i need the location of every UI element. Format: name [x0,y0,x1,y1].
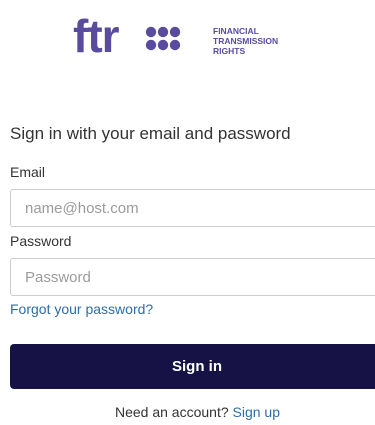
password-field[interactable] [10,258,375,296]
logo-dot [145,39,157,51]
logo-dot [169,39,181,51]
form-heading: Sign in with your email and password [10,124,291,143]
logo-dot [145,26,157,38]
email-label: Email [10,164,46,180]
logo-dots-icon [145,26,181,51]
sign-up-link[interactable]: Sign up [233,404,280,420]
logo-dot [157,39,169,51]
logo-dot [157,26,169,38]
ftr-logo-graphic: ftr FINANCIAL TRANSMISSION RIGHTS [73,12,278,62]
sign-in-page: ftr FINANCIAL TRANSMISSION RIGHTS Sign i… [0,0,375,425]
logo-tagline-line: TRANSMISSION [213,36,278,46]
signup-prompt-row: Need an account? Sign up [0,404,375,420]
forgot-password-link[interactable]: Forgot your password? [10,301,153,317]
password-label: Password [10,233,72,249]
ftr-logo: ftr FINANCIAL TRANSMISSION RIGHTS [73,12,313,62]
email-field[interactable] [10,189,375,227]
logo-tagline-line: RIGHTS [213,46,245,56]
logo-wordmark: ftr [73,12,120,62]
sign-in-button[interactable]: Sign in [10,344,375,389]
logo-tagline-line: FINANCIAL [213,26,259,36]
logo-dot [169,26,181,38]
signup-prompt-text: Need an account? [114,404,233,420]
